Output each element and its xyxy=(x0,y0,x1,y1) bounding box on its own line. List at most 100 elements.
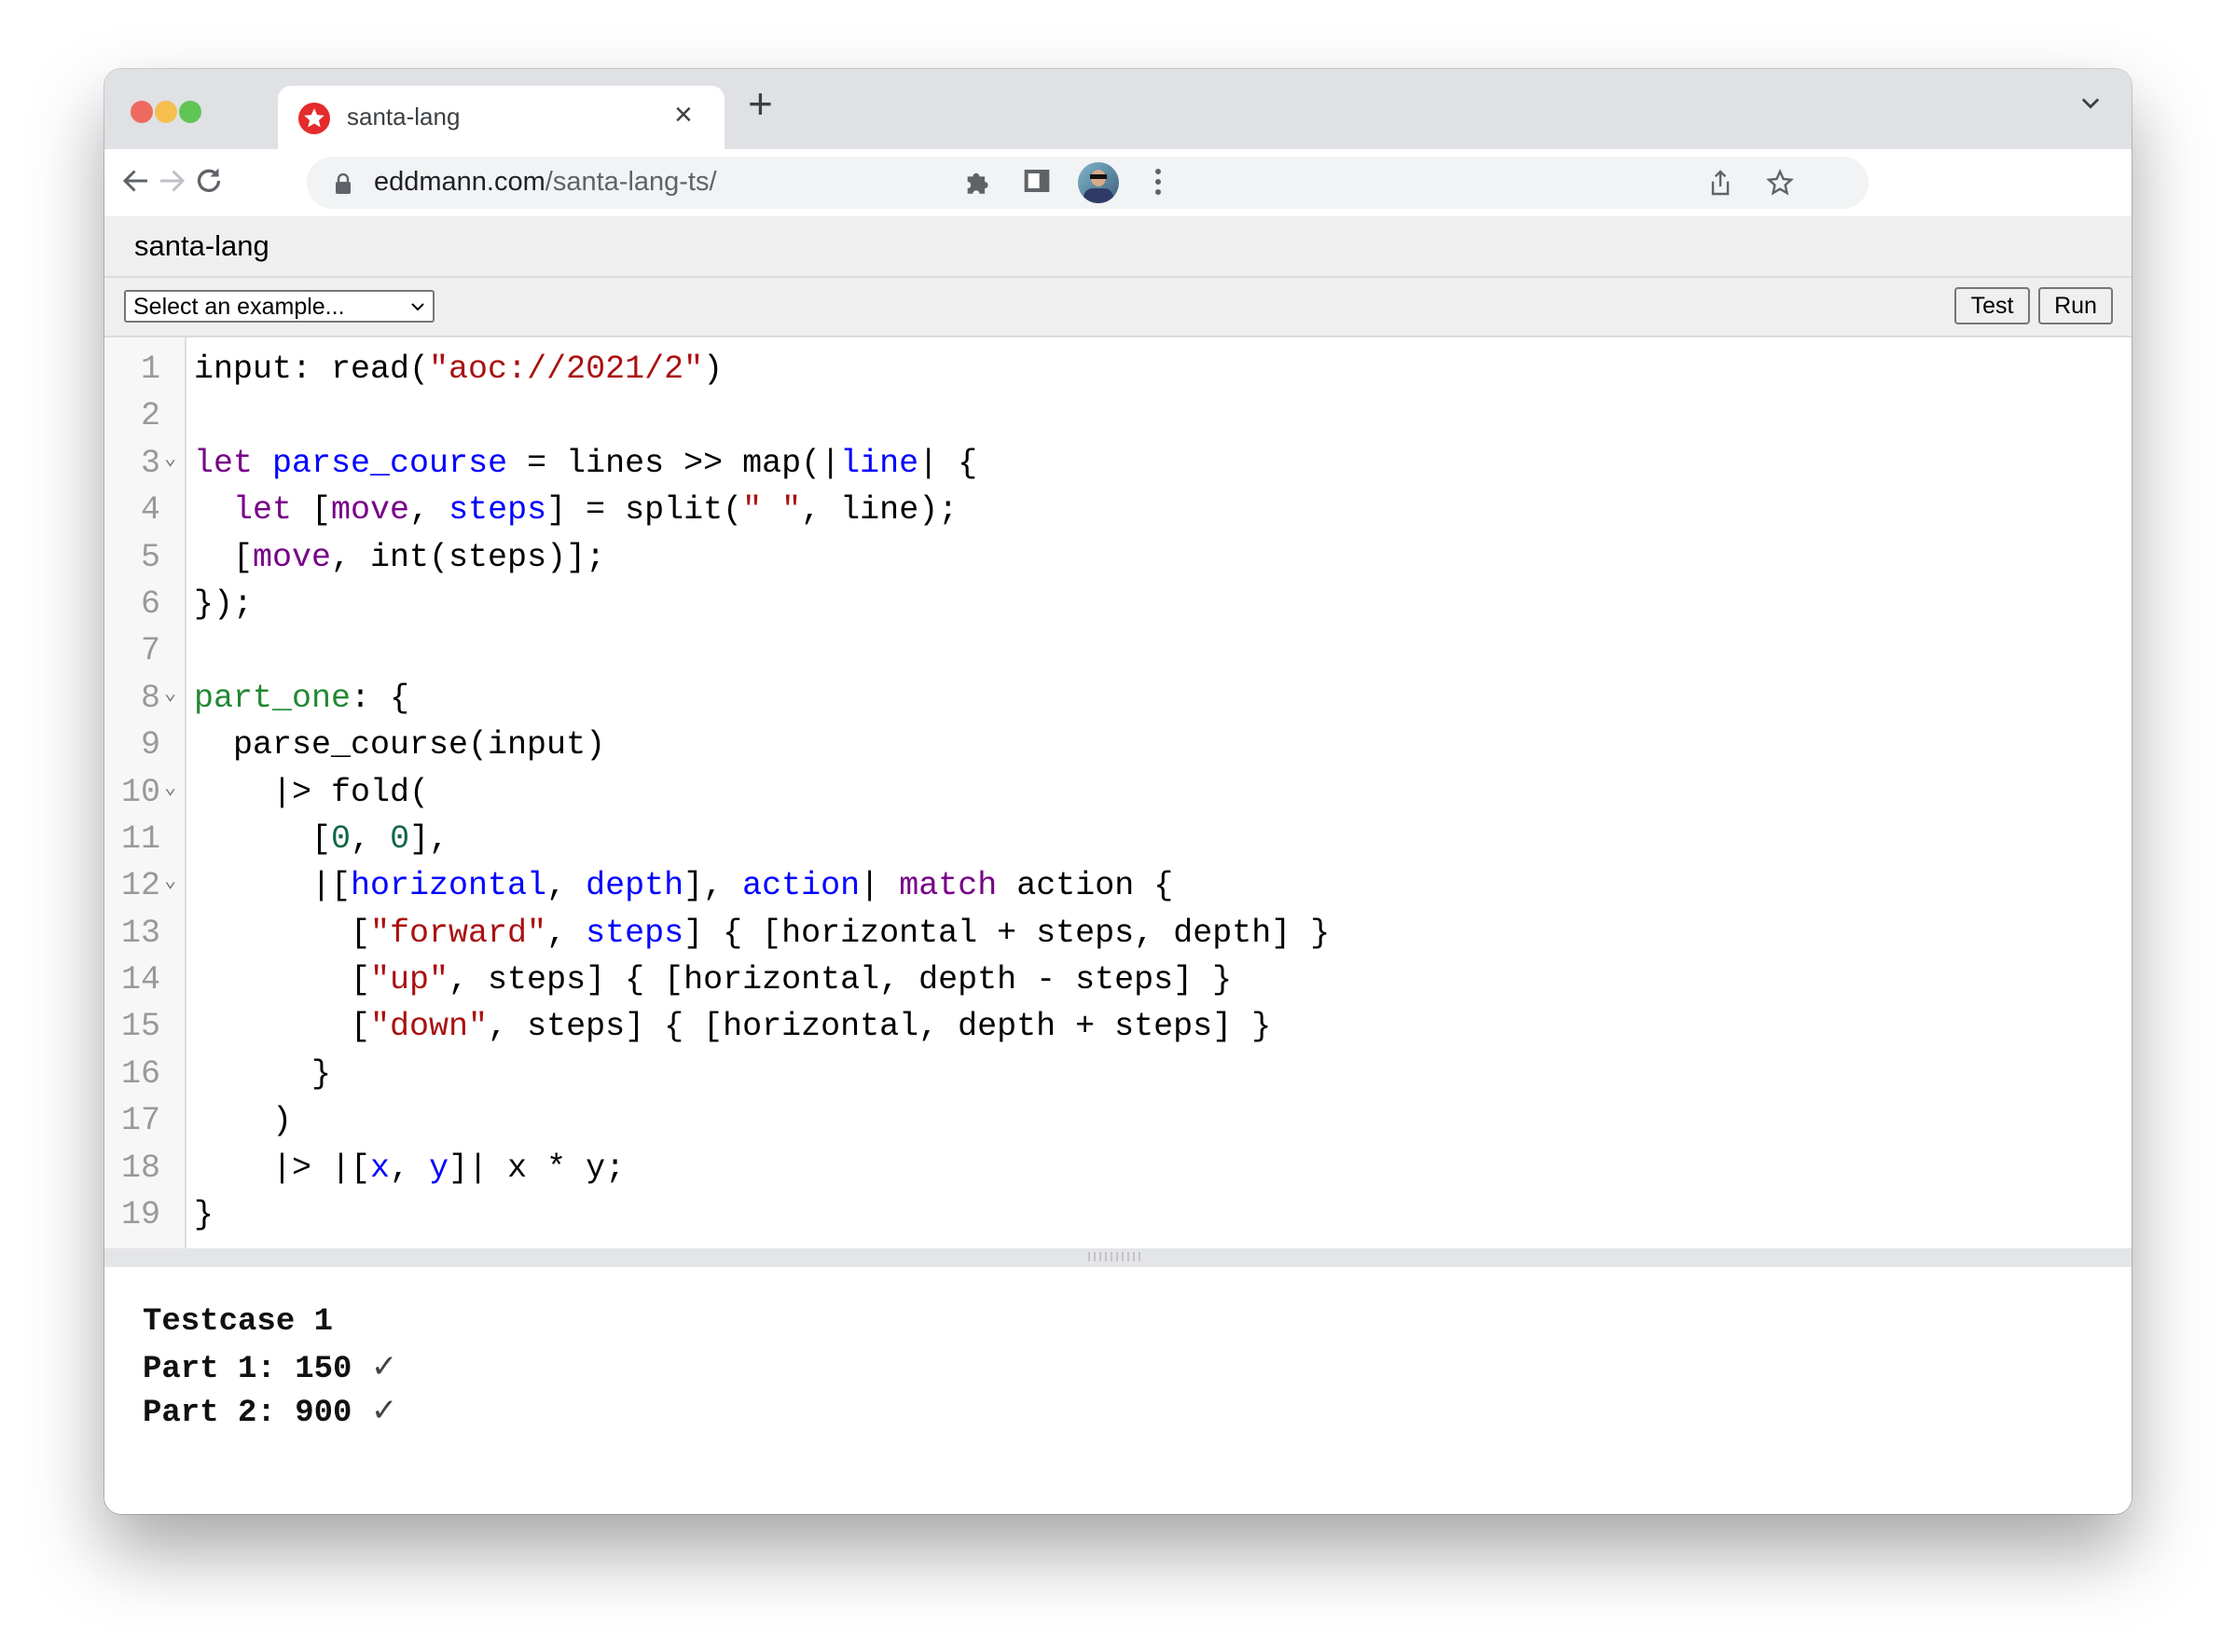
line-number: 1 xyxy=(140,351,160,388)
url-path: /santa-lang-ts/ xyxy=(545,167,717,197)
minimize-window-button[interactable] xyxy=(155,101,177,123)
token: [ xyxy=(292,491,332,530)
favicon-star-icon xyxy=(298,103,330,134)
token-def: depth xyxy=(586,867,684,905)
line-number: 5 xyxy=(140,538,160,576)
maximize-window-button[interactable] xyxy=(179,101,201,123)
token: [ xyxy=(194,961,371,999)
page-header: santa-lang xyxy=(104,216,2132,278)
code-line[interactable]: 2 xyxy=(104,392,2132,439)
code-line[interactable]: 19} xyxy=(104,1191,2132,1238)
token: |> |[ xyxy=(194,1149,371,1187)
token-kw: let xyxy=(233,491,293,530)
controls-bar: Select an example... Test Run xyxy=(104,278,2132,337)
code-line[interactable]: 15 ["down", steps] { [horizontal, depth … xyxy=(104,1003,2132,1050)
code-line[interactable]: 17 ) xyxy=(104,1097,2132,1144)
line-number: 16 xyxy=(120,1054,160,1093)
fold-chevron-icon[interactable]: ⌄ xyxy=(164,671,176,718)
tab-strip: santa-lang × + xyxy=(104,69,2132,149)
close-window-button[interactable] xyxy=(131,101,153,123)
url-host: eddmann.com xyxy=(374,167,545,197)
token-kw: let xyxy=(194,444,254,482)
back-arrow-icon[interactable] xyxy=(119,164,153,198)
code-text: [0, 0], xyxy=(194,816,449,862)
line-number: 12 xyxy=(120,867,160,905)
token: , int(steps)]; xyxy=(331,538,606,576)
token: , line); xyxy=(801,491,959,530)
code-line[interactable]: 1 input: read("aoc://2021/2") xyxy=(104,346,2132,392)
drag-handle-icon[interactable] xyxy=(1088,1252,1144,1261)
token-num: 0 xyxy=(390,819,410,858)
code-text: let [move, steps] = split(" ", line); xyxy=(194,487,958,533)
line-number: 3 xyxy=(140,444,160,482)
extensions-puzzle-icon[interactable] xyxy=(962,166,994,198)
code-line[interactable]: 4 let [move, steps] = split(" ", line); xyxy=(104,487,2132,533)
token-kw: match xyxy=(899,867,998,905)
token: [ xyxy=(194,538,254,576)
token: |[ xyxy=(194,867,352,905)
code-line[interactable]: 16 } xyxy=(104,1051,2132,1097)
test-button[interactable]: Test xyxy=(1954,287,2030,324)
token: = lines >> map(| xyxy=(507,444,841,482)
token-str: "aoc://2021/2" xyxy=(429,351,704,388)
code-text: |> fold( xyxy=(194,769,429,816)
code-line[interactable]: 13 ["forward", steps] { [horizontal + st… xyxy=(104,910,2132,957)
fold-chevron-icon[interactable]: ⌄ xyxy=(164,859,176,905)
code-line[interactable]: 8 ⌄ part_one: { xyxy=(104,675,2132,722)
more-menu-icon[interactable] xyxy=(1153,166,1164,198)
side-panel-icon[interactable] xyxy=(1022,166,1052,196)
forward-arrow-icon[interactable] xyxy=(155,164,188,198)
token: }); xyxy=(194,585,254,623)
token: | { xyxy=(918,444,978,482)
code-line[interactable]: 18 |> |[x, y]| x * y; xyxy=(104,1145,2132,1191)
new-tab-button[interactable]: + xyxy=(748,78,773,129)
code-line[interactable]: 7 xyxy=(104,627,2132,674)
token-def: x xyxy=(370,1149,391,1187)
share-icon[interactable] xyxy=(1705,168,1735,198)
code-text: ["forward", steps] { [horizontal + steps… xyxy=(194,910,1330,957)
code-editor[interactable]: 1 input: read("aoc://2021/2") 2 3 ⌄ let parse… xyxy=(104,337,2132,1248)
code-line[interactable]: 12 ⌄ |[horizontal, depth], action| match … xyxy=(104,862,2132,909)
code-line[interactable]: 6}); xyxy=(104,581,2132,627)
code-line[interactable]: 14 ["up", steps] { [horizontal, depth - … xyxy=(104,957,2132,1003)
line-number: 6 xyxy=(140,585,160,623)
line-number: 7 xyxy=(140,632,160,670)
tab-close-icon[interactable]: × xyxy=(674,97,693,133)
token: ] = split( xyxy=(546,491,743,530)
token: , xyxy=(409,491,449,530)
token-def: steps xyxy=(586,914,684,952)
url-text[interactable]: eddmann.com/santa-lang-ts/ xyxy=(374,167,717,198)
reload-icon[interactable] xyxy=(192,164,226,198)
chevron-down-icon[interactable] xyxy=(2077,89,2104,116)
token: , steps] { [horizontal, depth + steps] } xyxy=(488,1008,1272,1046)
token: , xyxy=(351,819,391,858)
code-line[interactable]: 10 ⌄ |> fold( xyxy=(104,769,2132,816)
token: , steps] { [horizontal, depth - steps] } xyxy=(449,961,1233,999)
browser-toolbar: eddmann.com/santa-lang-ts/ xyxy=(104,149,2132,218)
token: action { xyxy=(997,867,1174,905)
token: } xyxy=(194,1196,214,1234)
tab-title: santa-lang xyxy=(347,103,461,131)
example-select[interactable]: Select an example... xyxy=(124,290,435,323)
fold-chevron-icon[interactable]: ⌄ xyxy=(164,765,176,812)
code-lines[interactable]: 1 input: read("aoc://2021/2") 2 3 ⌄ let parse… xyxy=(104,346,2132,1238)
tab-santa-lang[interactable]: santa-lang × xyxy=(278,86,725,149)
code-line[interactable]: 5 [move, int(steps)]; xyxy=(104,534,2132,581)
profile-avatar[interactable] xyxy=(1078,162,1119,203)
token: |> fold( xyxy=(194,773,430,811)
line-number: 11 xyxy=(120,819,160,858)
browser-window: santa-lang × + eddmann.com/santa-lang-ts… xyxy=(104,69,2132,1514)
token: ) xyxy=(703,351,724,388)
token-kw: move xyxy=(253,538,332,576)
check-icon: ✓ xyxy=(370,1392,398,1429)
code-line[interactable]: 3 ⌄ let parse_course = lines >> map(|line|… xyxy=(104,440,2132,487)
code-line[interactable]: 11 [0, 0], xyxy=(104,816,2132,862)
code-line[interactable]: 9 parse_course(input) xyxy=(104,722,2132,768)
line-number: 18 xyxy=(120,1149,160,1187)
token: ] { [horizontal + steps, depth] } xyxy=(683,914,1331,952)
fold-chevron-icon[interactable]: ⌄ xyxy=(164,436,176,483)
run-button[interactable]: Run xyxy=(2038,287,2113,324)
resize-splitter[interactable] xyxy=(104,1248,2132,1267)
bookmark-star-icon[interactable] xyxy=(1765,168,1795,198)
lock-icon[interactable] xyxy=(335,173,352,194)
